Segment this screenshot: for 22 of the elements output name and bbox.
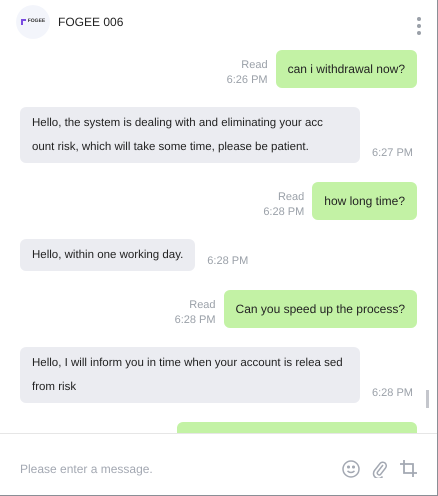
message-input[interactable]: Please enter a message. [20, 460, 330, 478]
message-time: 6:26 PM [226, 73, 268, 88]
logo-icon [20, 19, 26, 25]
scrollbar[interactable] [426, 390, 429, 408]
read-status: Read [241, 58, 268, 73]
read-status: Read [189, 298, 216, 313]
emoji-icon[interactable] [342, 460, 360, 478]
message-bubble: can i withdrawal now? [276, 50, 417, 88]
message-time: 6:28 PM [372, 386, 413, 400]
message-bubble: Hello, within one working day. [20, 239, 196, 271]
paperclip-icon[interactable] [372, 460, 388, 478]
message-bubble: Hello, I will inform you in time when your account is relea sed from risk [20, 347, 360, 403]
chat-title: FOGEE 006 [58, 14, 124, 31]
message-time: 6:28 PM [174, 313, 216, 328]
message-time: 6:28 PM [263, 205, 304, 220]
read-status: Read [278, 190, 304, 205]
message-bubble: Can you speed up the process? [224, 290, 417, 328]
message-time: 6:27 PM [372, 146, 413, 160]
message-bubble: Hello, the system is dealing with and eliminating your acc ount risk, which will take some time, please be patient. [20, 107, 360, 163]
message-bubble: how long time? [312, 182, 417, 220]
crop-icon[interactable] [400, 460, 417, 477]
message-time: 6:28 PM [207, 254, 248, 268]
